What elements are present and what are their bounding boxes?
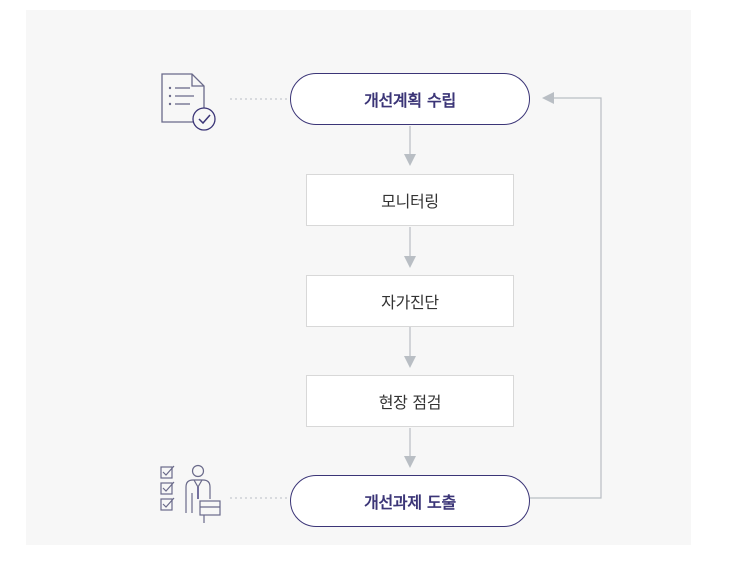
step-plan: 개선계획 수립 [290,73,530,125]
document-checklist-icon [161,73,216,131]
checklist-person-icon [160,464,221,523]
step-field-inspection: 현장 점검 [306,375,514,427]
step-derive-tasks: 개선과제 도출 [290,475,530,527]
feedback-loop-arrow [530,92,602,499]
step-self-diagnosis: 자가진단 [306,275,514,327]
step-monitoring: 모니터링 [306,174,514,226]
